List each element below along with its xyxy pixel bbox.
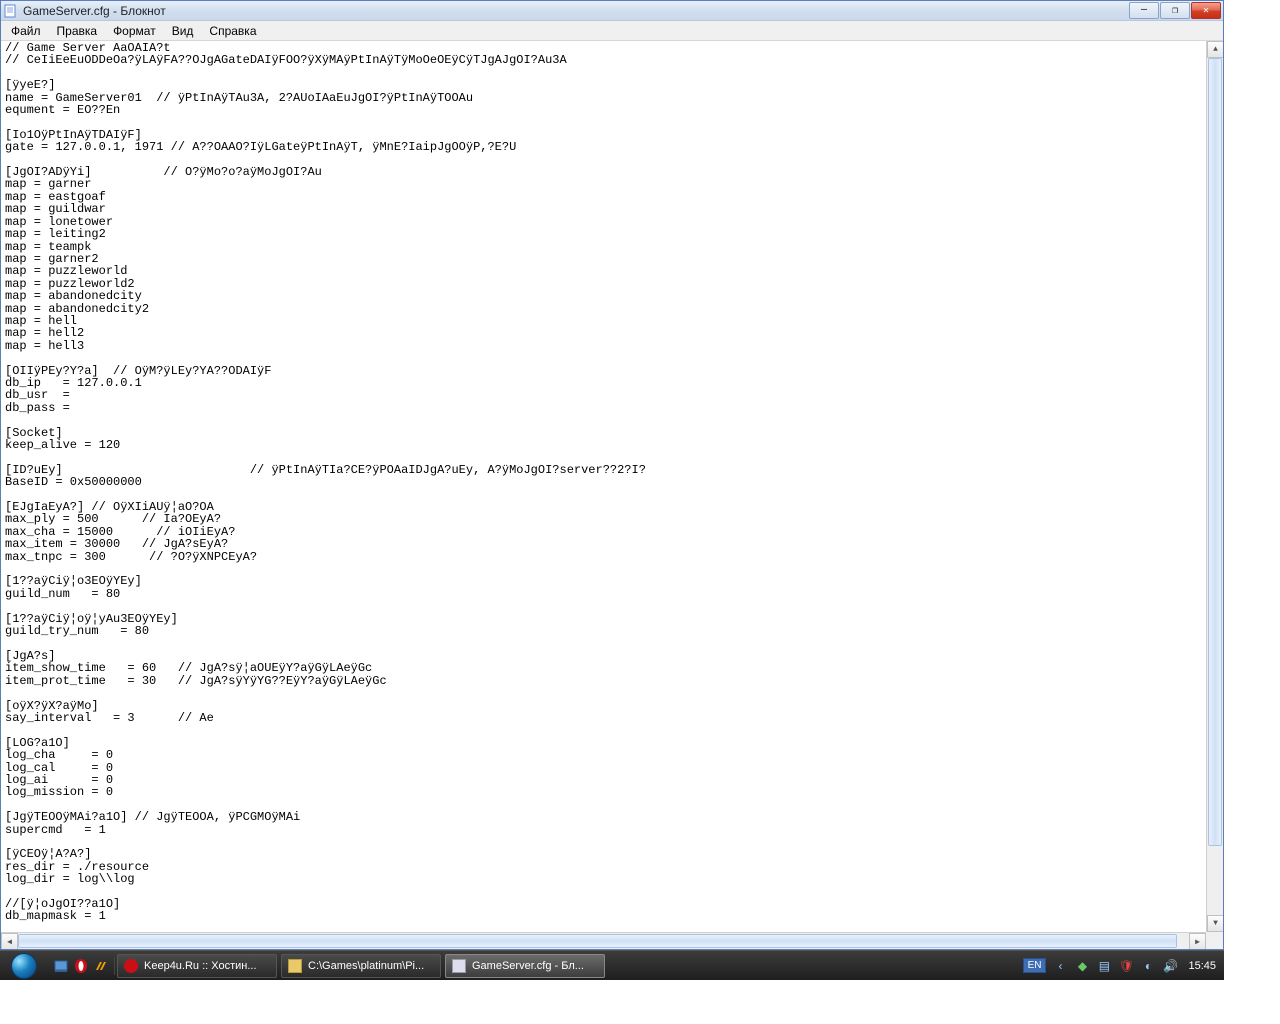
scroll-corner — [1206, 932, 1223, 949]
opera-icon[interactable] — [72, 957, 90, 975]
scroll-left-icon[interactable]: ◀ — [1, 933, 18, 949]
opera-icon — [124, 959, 138, 973]
scroll-track-horizontal[interactable] — [18, 933, 1189, 949]
taskbar-item-label: Keep4u.Ru :: Хостин... — [144, 960, 257, 972]
menu-help[interactable]: Справка — [201, 22, 264, 40]
taskbar-item-explorer[interactable]: C:\Games\platinum\Pi... — [281, 954, 441, 978]
menu-file[interactable]: Файл — [3, 22, 49, 40]
scroll-thumb-vertical[interactable] — [1208, 58, 1222, 846]
vertical-scrollbar[interactable]: ▲ ▼ — [1206, 41, 1223, 932]
editor-text[interactable]: // Game Server AaOAIA?t // CeIiEeEuODDeO… — [1, 41, 1206, 932]
start-button[interactable] — [0, 951, 48, 981]
menu-view[interactable]: Вид — [164, 22, 202, 40]
close-button[interactable]: ✕ — [1191, 2, 1221, 19]
titlebar[interactable]: GameServer.cfg - Блокнот — ❐ ✕ — [1, 1, 1223, 21]
notepad-icon — [3, 3, 19, 19]
windows-orb-icon — [11, 953, 37, 979]
volume-icon[interactable]: 🔊 — [1162, 958, 1178, 974]
menu-edit[interactable]: Правка — [49, 22, 106, 40]
tray-security-icon[interactable]: 🛡 — [1118, 958, 1134, 974]
horizontal-scrollbar[interactable]: ◀ ▶ — [1, 932, 1206, 949]
tray-updates-icon[interactable]: ◐ — [1140, 958, 1156, 974]
folder-icon — [288, 959, 302, 973]
scroll-up-icon[interactable]: ▲ — [1207, 41, 1223, 58]
editor-area: // Game Server AaOAIA?t // CeIiEeEuODDeO… — [1, 41, 1223, 949]
menubar: Файл Правка Формат Вид Справка — [1, 21, 1223, 41]
maximize-button[interactable]: ❐ — [1160, 2, 1190, 19]
clock[interactable]: 15:45 — [1188, 960, 1216, 972]
window-title: GameServer.cfg - Блокнот — [23, 4, 1128, 18]
tray-network-icon[interactable]: ▤ — [1096, 958, 1112, 974]
notepad-icon — [452, 959, 466, 973]
tray-expand-icon[interactable]: ‹ — [1052, 958, 1068, 974]
tray-app-icon[interactable]: ◆ — [1074, 958, 1090, 974]
taskbar-item-label: C:\Games\platinum\Pi... — [308, 960, 424, 972]
scroll-track-vertical[interactable] — [1207, 58, 1223, 915]
winamp-icon[interactable] — [92, 957, 110, 975]
quick-launch — [48, 957, 115, 975]
language-indicator[interactable]: EN — [1023, 958, 1047, 973]
taskbar-item-notepad[interactable]: GameServer.cfg - Бл... — [445, 954, 605, 978]
taskbar-item-opera[interactable]: Keep4u.Ru :: Хостин... — [117, 954, 277, 978]
scroll-right-icon[interactable]: ▶ — [1189, 933, 1206, 949]
scroll-down-icon[interactable]: ▼ — [1207, 915, 1223, 932]
taskbar: Keep4u.Ru :: Хостин... C:\Games\platinum… — [0, 950, 1224, 980]
scroll-thumb-horizontal[interactable] — [18, 934, 1177, 948]
window-controls: — ❐ ✕ — [1128, 2, 1221, 19]
system-tray: EN ‹ ◆ ▤ 🛡 ◐ 🔊 15:45 — [1015, 958, 1224, 974]
minimize-button[interactable]: — — [1129, 2, 1159, 19]
show-desktop-icon[interactable] — [52, 957, 70, 975]
notepad-window: GameServer.cfg - Блокнот — ❐ ✕ Файл Прав… — [0, 0, 1224, 950]
taskbar-item-label: GameServer.cfg - Бл... — [472, 960, 584, 972]
menu-format[interactable]: Формат — [105, 22, 164, 40]
